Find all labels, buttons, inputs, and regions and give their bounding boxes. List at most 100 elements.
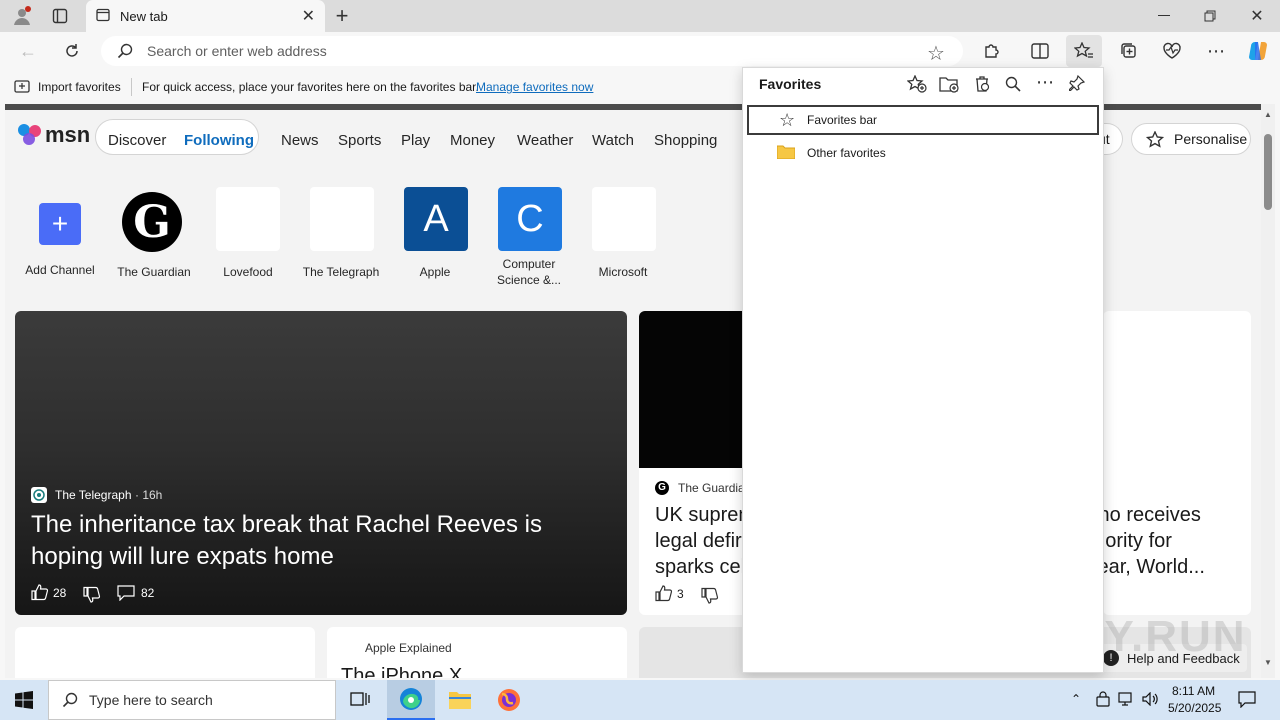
nav-weather[interactable]: Weather (517, 132, 573, 149)
personalise-button[interactable]: Personalise (1131, 123, 1251, 155)
channel-label-computer-science[interactable]: Computer Science &... (485, 256, 573, 288)
scroll-up-icon[interactable]: ▲ (1264, 110, 1272, 119)
nav-shopping[interactable]: Shopping (654, 132, 717, 149)
close-window-icon[interactable]: ✕ (1243, 4, 1271, 28)
task-view-icon[interactable] (340, 680, 380, 720)
new-tab-button[interactable]: + (330, 3, 354, 28)
performance-icon[interactable] (1160, 39, 1184, 63)
file-explorer-icon[interactable] (436, 680, 484, 720)
lovefood-logo[interactable] (216, 187, 280, 251)
divider (131, 78, 132, 96)
third-story-line-3[interactable]: clear, World... (1103, 556, 1205, 579)
comment-count: 82 (141, 586, 155, 600)
import-favorites-icon[interactable] (14, 79, 30, 97)
personalise-label: Personalise (1174, 131, 1248, 147)
main-story-headline[interactable]: The inheritance tax break that Rachel Re… (31, 509, 591, 573)
manage-favorites-link[interactable]: Manage favorites now (476, 80, 593, 94)
split-screen-icon[interactable] (1028, 39, 1052, 63)
show-hidden-icons[interactable]: ⌃ (1071, 692, 1081, 706)
clock-time[interactable]: 8:11 AM (1172, 684, 1215, 698)
nav-play[interactable]: Play (401, 132, 430, 149)
address-bar[interactable]: Search or enter web address ☆ (101, 36, 963, 66)
favorites-bar-label: Favorites bar (807, 113, 878, 127)
second-like-icon[interactable] (655, 585, 673, 607)
favorites-panel-title: Favorites (759, 76, 822, 92)
like-icon[interactable] (31, 584, 49, 606)
star-icon: ☆ (779, 110, 796, 130)
copilot-icon[interactable] (1245, 39, 1271, 63)
minimize-icon[interactable] (1150, 4, 1178, 28)
add-favorite-star-icon[interactable]: ☆ (927, 41, 945, 66)
new-tab-icon (96, 8, 110, 25)
favorites-item-other-favorites[interactable]: Other favorites (747, 138, 1099, 168)
more-options-icon[interactable]: ⋯ (1036, 72, 1054, 93)
tab-actions-icon[interactable] (48, 4, 72, 28)
search-favorites-icon[interactable] (1005, 76, 1021, 97)
channel-label-apple[interactable]: Apple (380, 264, 490, 280)
msn-logo-text: msn (45, 122, 91, 147)
restore-icon[interactable] (1196, 4, 1224, 28)
address-placeholder: Search or enter web address (147, 43, 327, 59)
firefox-icon[interactable] (485, 680, 533, 720)
comment-icon[interactable] (117, 585, 135, 606)
nav-money[interactable]: Money (450, 132, 495, 149)
dislike-icon[interactable] (83, 586, 101, 608)
network-icon[interactable] (1118, 692, 1136, 711)
scrollbar-track[interactable]: ▲ ▼ (1261, 104, 1275, 678)
windows-start-icon[interactable] (0, 680, 48, 720)
channel-label-microsoft[interactable]: Microsoft (568, 264, 678, 280)
pin-icon[interactable] (1068, 74, 1086, 96)
computer-science-logo[interactable]: C (498, 187, 562, 251)
delete-favorites-icon[interactable] (973, 75, 991, 98)
refresh-icon[interactable] (60, 39, 84, 63)
second-dislike-icon[interactable] (701, 587, 719, 609)
third-story-line-1[interactable]: ttino receives (1103, 504, 1201, 527)
scrollbar-thumb[interactable] (1264, 134, 1272, 210)
add-channel-tile[interactable]: + (39, 203, 81, 245)
profile-icon[interactable] (10, 4, 34, 28)
add-page-to-favorites-icon[interactable] (906, 74, 927, 98)
nav-watch[interactable]: Watch (592, 132, 634, 149)
bottom-card-headline[interactable]: The iPhone X (341, 665, 462, 678)
third-story-card[interactable]: ttino receives priority for clear, World… (1103, 311, 1251, 615)
apple-logo[interactable]: A (404, 187, 468, 251)
security-tray-icon[interactable] (1096, 691, 1110, 712)
notifications-icon[interactable] (1238, 691, 1256, 713)
scroll-down-icon[interactable]: ▼ (1264, 658, 1272, 667)
add-folder-icon[interactable] (939, 76, 959, 98)
bottom-card-2[interactable]: Apple Explained The iPhone X (327, 627, 627, 678)
tab-discover[interactable]: Discover (108, 132, 166, 149)
nav-sports[interactable]: Sports (338, 132, 381, 149)
main-story-card[interactable]: The Telegraph · 16h The inheritance tax … (15, 311, 627, 615)
favorites-item-favorites-bar[interactable]: ☆ Favorites bar (747, 105, 1099, 135)
folder-icon (776, 145, 796, 164)
third-story-line-2[interactable]: priority for (1103, 530, 1172, 553)
second-story-line-3[interactable]: sparks cel (655, 556, 745, 579)
telegraph-logo[interactable] (310, 187, 374, 251)
nav-news[interactable]: News (281, 132, 319, 149)
other-favorites-label: Other favorites (807, 146, 886, 160)
second-story-line-2[interactable]: legal defir (655, 530, 742, 553)
clock-date[interactable]: 5/20/2025 (1168, 701, 1221, 715)
volume-icon[interactable] (1142, 691, 1160, 711)
collections-icon[interactable] (1117, 39, 1141, 63)
taskbar-search-box[interactable]: Type here to search (48, 680, 336, 720)
microsoft-logo[interactable] (592, 187, 656, 251)
close-tab-icon[interactable]: ✕ (302, 6, 315, 26)
taskbar-search-placeholder: Type here to search (89, 692, 213, 708)
extensions-icon[interactable] (980, 39, 1004, 63)
favorites-hub-icon[interactable] (1066, 35, 1102, 67)
tab-following[interactable]: Following (184, 132, 254, 149)
tab-new-tab[interactable]: New tab ✕ (86, 0, 325, 32)
back-icon[interactable]: ← (16, 39, 40, 63)
second-story-card[interactable]: G The Guardia UK supren legal defir spar… (639, 311, 759, 615)
favorites-bar-hint: For quick access, place your favorites h… (142, 80, 479, 94)
bottom-card-1[interactable] (15, 627, 315, 678)
more-menu-icon[interactable]: ⋯ (1204, 39, 1228, 63)
import-favorites-button[interactable]: Import favorites (38, 80, 121, 94)
msn-logo[interactable]: msn (17, 122, 90, 148)
guardian-logo[interactable]: G (122, 192, 182, 252)
edge-taskbar-icon[interactable] (387, 680, 435, 720)
second-story-line-1[interactable]: UK supren (655, 504, 750, 527)
taskbar: Type here to search ⌃ 8:11 AM 5/20/2025 (0, 680, 1280, 720)
